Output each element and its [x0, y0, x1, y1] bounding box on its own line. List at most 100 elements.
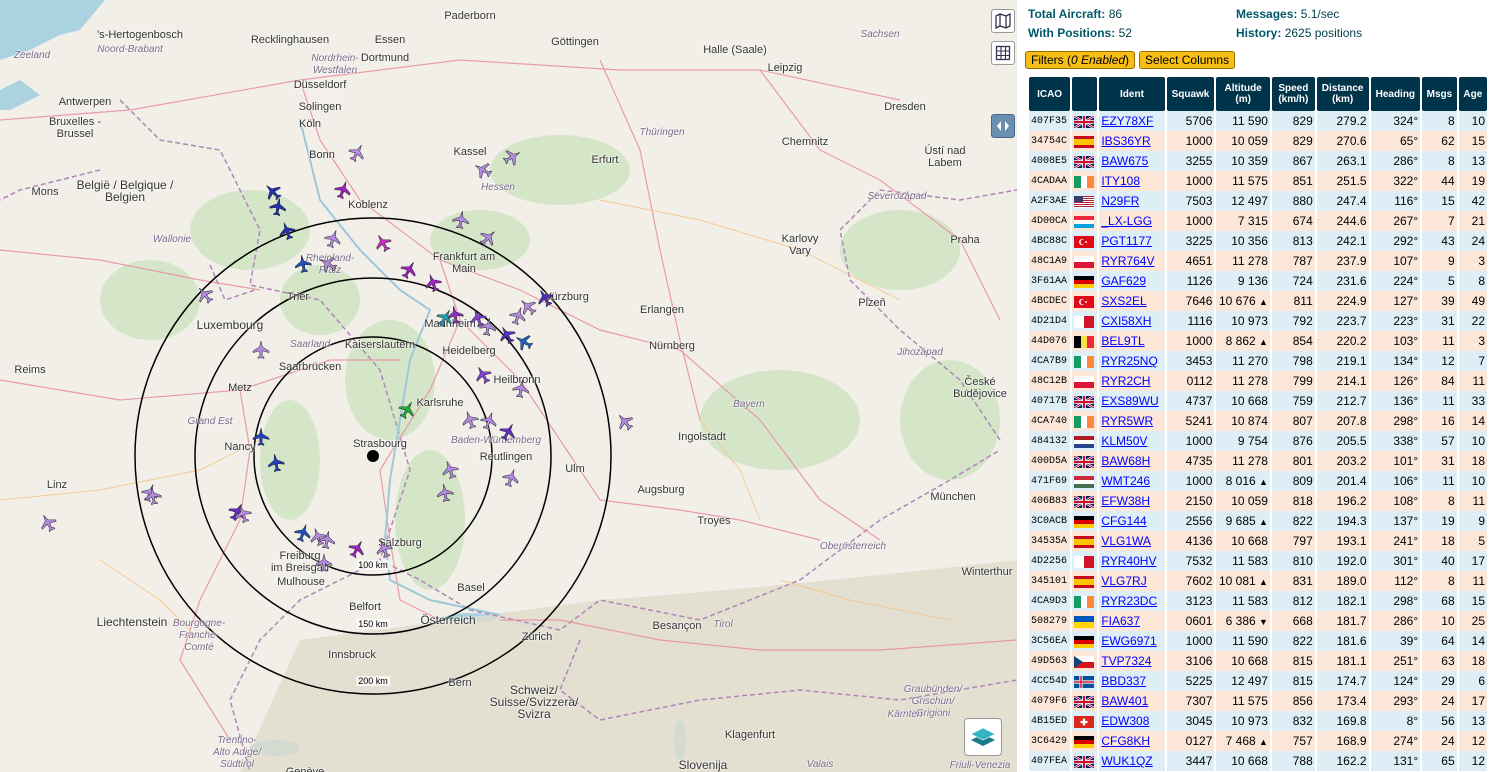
- ident-link[interactable]: EDW308: [1101, 714, 1149, 728]
- table-row[interactable]: 4B15ED EDW308 3045 10 973 832 169.8 8° 56 13: [1029, 711, 1487, 731]
- table-row[interactable]: 406B83 EFW38H 2150 10 059 818 196.2 108° 8 11: [1029, 491, 1487, 511]
- aircraft-icon[interactable]: [440, 460, 460, 480]
- table-row[interactable]: 484132 KLM50V 1000 9 754 876 205.5 338° 57 10: [1029, 431, 1487, 451]
- layers-button[interactable]: [964, 718, 1002, 756]
- table-row[interactable]: 407FEA WUK1QZ 3447 10 668 788 162.2 131° 65 12: [1029, 751, 1487, 771]
- ident-link[interactable]: KLM50V: [1101, 434, 1147, 448]
- ident-link[interactable]: WMT246: [1101, 474, 1150, 488]
- ident-link[interactable]: EZY78XF: [1101, 114, 1153, 128]
- aircraft-icon[interactable]: [333, 180, 353, 200]
- ident-link[interactable]: VLG7RJ: [1101, 574, 1146, 588]
- table-row[interactable]: 345101 VLG7RJ 7602 10 081 ▲ 831 189.0 112° 8 11: [1029, 571, 1487, 591]
- table-row[interactable]: 3C6429 CFG8KH 0127 7 468 ▲ 757 168.9 274° 24 12: [1029, 731, 1487, 751]
- aircraft-icon[interactable]: [317, 530, 337, 550]
- ident-link[interactable]: _LX-LGG: [1101, 214, 1152, 228]
- aircraft-icon[interactable]: [347, 539, 367, 559]
- table-row[interactable]: 508279 FIA637 0601 6 386 ▼ 668 181.7 286° 10 25: [1029, 611, 1487, 631]
- ident-link[interactable]: EXS89WU: [1101, 394, 1158, 408]
- col-altitude-header[interactable]: Altitude (m): [1216, 77, 1270, 111]
- table-row[interactable]: 49D563 TVP7324 3106 10 668 815 181.1 251° 63 18: [1029, 651, 1487, 671]
- map-view[interactable]: Zeeland Noord-Brabant 's-Hertogenbosch Pade…: [0, 0, 1017, 772]
- table-row[interactable]: 3F61AA GAF629 1126 9 136 724 231.6 224° 5 8: [1029, 271, 1487, 291]
- ident-link[interactable]: IBS36YR: [1101, 134, 1150, 148]
- col-flag-header[interactable]: [1072, 77, 1098, 111]
- aircraft-icon[interactable]: [268, 197, 288, 217]
- col-icao-header[interactable]: ICAO: [1029, 77, 1071, 111]
- table-row[interactable]: 3C56EA EWG6971 1000 11 590 822 181.6 39° 64 14: [1029, 631, 1487, 651]
- ident-link[interactable]: EFW38H: [1101, 494, 1150, 508]
- aircraft-icon[interactable]: [501, 468, 521, 488]
- ident-link[interactable]: CFG8KH: [1101, 734, 1150, 748]
- aircraft-icon[interactable]: [195, 285, 215, 305]
- table-row[interactable]: 471F69 WMT246 1000 8 016 ▲ 809 201.4 106° 11 10: [1029, 471, 1487, 491]
- aircraft-icon[interactable]: [397, 400, 417, 420]
- aircraft-icon[interactable]: [373, 233, 393, 253]
- table-row[interactable]: 4CADAA ITY108 1000 11 575 851 251.5 322° 44 19: [1029, 171, 1487, 191]
- aircraft-icon[interactable]: [435, 308, 455, 328]
- table-row[interactable]: 44D076 BEL9TL 1000 8 862 ▲ 854 220.2 103° 11 3: [1029, 331, 1487, 351]
- toggle-sidebar-button[interactable]: [991, 114, 1015, 138]
- table-row[interactable]: 400D5A BAW68H 4735 11 278 801 203.2 101° 31 18: [1029, 451, 1487, 471]
- col-msgs-header[interactable]: Msgs: [1422, 77, 1457, 111]
- table-row[interactable]: 4D2256 RYR40HV 7532 11 583 810 192.0 301° 40 17: [1029, 551, 1487, 571]
- ident-link[interactable]: N29FR: [1101, 194, 1139, 208]
- ident-link[interactable]: BAW675: [1101, 154, 1148, 168]
- aircraft-icon[interactable]: [615, 412, 635, 432]
- aircraft-icon[interactable]: [435, 483, 455, 503]
- ident-link[interactable]: CXI58XH: [1101, 314, 1151, 328]
- col-ident-header[interactable]: Ident: [1099, 77, 1165, 111]
- col-squawk-header[interactable]: Squawk: [1166, 77, 1215, 111]
- table-row[interactable]: 407F35 EZY78XF 5706 11 590 829 279.2 324° 8 10: [1029, 111, 1487, 131]
- ident-link[interactable]: BAW68H: [1101, 454, 1150, 468]
- table-row[interactable]: 4BCDEC SXS2EL 7646 10 676 ▲ 811 224.9 127° 39 49: [1029, 291, 1487, 311]
- table-row[interactable]: 48C1A9 RYR764V 4651 11 278 787 237.9 107° 9 3: [1029, 251, 1487, 271]
- aircraft-icon[interactable]: [451, 210, 471, 230]
- aircraft-icon[interactable]: [314, 553, 334, 573]
- ident-link[interactable]: TVP7324: [1101, 654, 1151, 668]
- table-row[interactable]: 4CC54D BBD337 5225 12 497 815 174.7 124° 29 6: [1029, 671, 1487, 691]
- ident-link[interactable]: FIA637: [1101, 614, 1140, 628]
- aircraft-icon[interactable]: [347, 143, 367, 163]
- ident-link[interactable]: BAW401: [1101, 694, 1148, 708]
- table-row[interactable]: 4CA7B9 RYR25NQ 3453 11 270 798 219.1 134° 12 7: [1029, 351, 1487, 371]
- table-row[interactable]: 48C12B RYR2CH 0112 11 278 799 214.1 126° 84 11: [1029, 371, 1487, 391]
- aircraft-icon[interactable]: [38, 513, 58, 533]
- ident-link[interactable]: BBD337: [1101, 674, 1146, 688]
- ident-link[interactable]: RYR764V: [1101, 254, 1154, 268]
- ident-link[interactable]: ITY108: [1101, 174, 1140, 188]
- aircraft-icon[interactable]: [251, 340, 271, 360]
- ident-link[interactable]: GAF629: [1101, 274, 1146, 288]
- ident-link[interactable]: CFG144: [1101, 514, 1146, 528]
- aircraft-icon[interactable]: [323, 229, 343, 249]
- ident-link[interactable]: RYR5WR: [1101, 414, 1153, 428]
- aircraft-icon[interactable]: [473, 160, 493, 180]
- ident-link[interactable]: RYR40HV: [1101, 554, 1156, 568]
- aircraft-icon[interactable]: [293, 254, 313, 274]
- aircraft-icon[interactable]: [318, 254, 338, 274]
- aircraft-icon[interactable]: [277, 221, 297, 241]
- aircraft-icon[interactable]: [399, 260, 419, 280]
- aircraft-icon[interactable]: [251, 427, 271, 447]
- table-row[interactable]: 34535A VLG1WA 4136 10 668 797 193.1 241° 18 5: [1029, 531, 1487, 551]
- select-columns-button[interactable]: Select Columns: [1139, 51, 1236, 69]
- aircraft-icon[interactable]: [143, 486, 163, 506]
- table-row[interactable]: 40717B EXS89WU 4737 10 668 759 212.7 136° 11 33: [1029, 391, 1487, 411]
- ident-link[interactable]: RYR2CH: [1101, 374, 1150, 388]
- table-row[interactable]: A2F3AE N29FR 7503 12 497 880 247.4 116° 15 42: [1029, 191, 1487, 211]
- ident-link[interactable]: WUK1QZ: [1101, 754, 1152, 768]
- col-heading-header[interactable]: Heading: [1370, 77, 1421, 111]
- aircraft-icon[interactable]: [233, 504, 253, 524]
- table-row[interactable]: 4CA9D3 RYR23DC 3123 11 583 812 182.1 298° 68 15: [1029, 591, 1487, 611]
- table-row[interactable]: 4CA740 RYR5WR 5241 10 874 807 207.8 298° 16 14: [1029, 411, 1487, 431]
- aircraft-icon[interactable]: [498, 422, 518, 442]
- table-row[interactable]: 3C0ACB CFG144 2556 9 685 ▲ 822 194.3 137° 19 9: [1029, 511, 1487, 531]
- ident-link[interactable]: SXS2EL: [1101, 294, 1146, 308]
- table-row[interactable]: 4BC88C PGT1177 3225 10 356 813 242.1 292° 43 24: [1029, 231, 1487, 251]
- aircraft-icon[interactable]: [374, 539, 394, 559]
- ident-link[interactable]: BEL9TL: [1101, 334, 1144, 348]
- table-row[interactable]: 4D00CA _LX-LGG 1000 7 315 674 244.6 267° 7 21: [1029, 211, 1487, 231]
- aircraft-icon[interactable]: [423, 273, 443, 293]
- table-row[interactable]: 34754C IBS36YR 1000 10 059 829 270.6 65° 62 15: [1029, 131, 1487, 151]
- col-speed-header[interactable]: Speed (km/h): [1271, 77, 1315, 111]
- ident-link[interactable]: RYR23DC: [1101, 594, 1157, 608]
